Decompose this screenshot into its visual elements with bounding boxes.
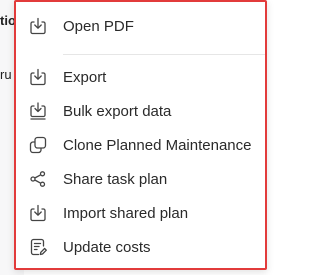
clone-icon: [28, 135, 48, 155]
actions-menu: Open PDF Export Bulk export data Clone P…: [14, 0, 267, 270]
menu-item-import-shared-plan[interactable]: Import shared plan: [16, 197, 265, 229]
download-tray-icon: [28, 67, 48, 87]
receipt-edit-icon: [28, 237, 48, 257]
bulk-download-icon: [28, 101, 48, 121]
menu-item-label: Update costs: [63, 238, 151, 256]
menu-item-label: Share task plan: [63, 170, 168, 188]
menu-item-bulk-export-data[interactable]: Bulk export data: [16, 95, 265, 127]
menu-item-update-costs[interactable]: Update costs: [16, 231, 265, 263]
menu-divider: [63, 54, 265, 55]
download-tray-icon: [28, 16, 48, 36]
menu-item-share-task-plan[interactable]: Share task plan: [16, 163, 265, 195]
menu-item-export[interactable]: Export: [16, 61, 265, 93]
download-tray-icon: [28, 203, 48, 223]
menu-item-clone-planned-maintenance[interactable]: Clone Planned Maintenance: [16, 129, 265, 161]
menu-item-label: Bulk export data: [63, 102, 172, 120]
menu-item-label: Clone Planned Maintenance: [63, 136, 252, 154]
menu-item-label: Open PDF: [63, 17, 134, 35]
menu-item-open-pdf[interactable]: Open PDF: [16, 10, 265, 42]
menu-item-label: Import shared plan: [63, 204, 189, 222]
background-text-2: ru: [0, 67, 12, 82]
menu-item-label: Export: [63, 68, 107, 86]
share-icon: [28, 169, 48, 189]
